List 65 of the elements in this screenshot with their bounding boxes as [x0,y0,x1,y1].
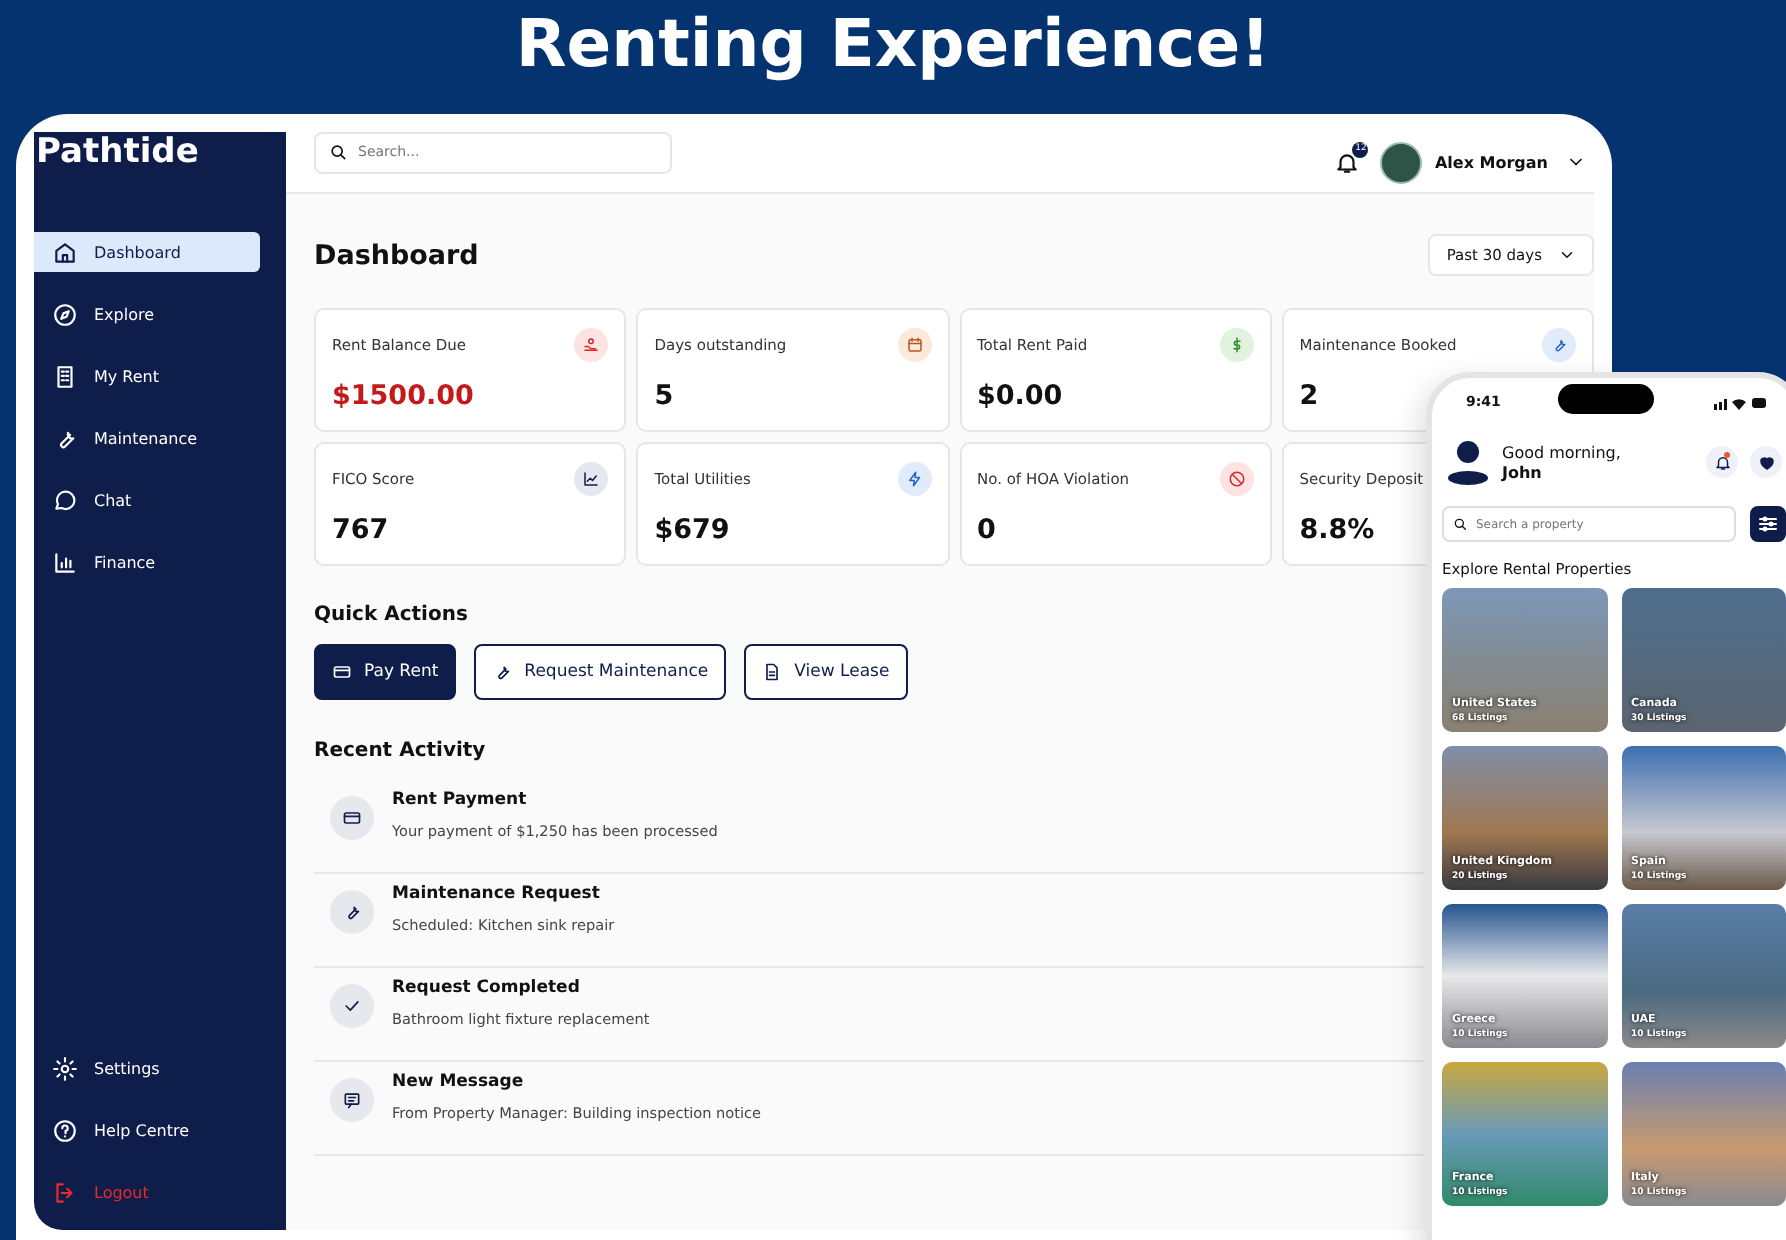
help-icon [52,1117,78,1143]
stat-value: 2 [1299,380,1319,412]
page-title: Dashboard [314,239,479,271]
activity-title: New Message [392,1072,526,1092]
status-icons [1714,395,1766,409]
logout-icon [52,1179,78,1205]
chevron-down-icon [1558,246,1576,264]
calendar-icon [905,335,923,353]
filter-button[interactable] [1750,506,1786,542]
activity-title: Maintenance Request [392,884,602,904]
stat-value: $679 [654,514,730,546]
search-icon [1452,516,1468,532]
person-icon [1446,438,1490,486]
wrench-icon [492,662,513,682]
sidebar-item[interactable]: Help Centre [34,1110,260,1150]
sidebar-item[interactable]: Finance [34,542,260,582]
sidebar-item[interactable]: Dashboard [34,232,260,272]
card-icon [332,662,352,682]
checkmark-icon [330,984,374,1028]
wrench-icon [330,890,374,934]
stat-value: $1500.00 [332,380,474,412]
action-button[interactable]: Pay Rent [314,644,457,700]
home-icon [52,239,78,265]
wrench-icon [1550,335,1568,353]
bar-chart-icon [52,549,78,575]
dynamic-island [1558,384,1654,414]
prohibited-icon [1227,469,1246,487]
settings-icon [52,1055,78,1081]
message-icon [330,1078,374,1122]
sidebar-item[interactable]: Settings [34,1048,260,1088]
sidebar-item[interactable]: Logout [34,1172,260,1212]
sidebar-item[interactable]: Chat [34,480,260,520]
section-title: Quick Actions [314,604,470,626]
hand-icon [582,335,601,353]
search-icon [328,141,348,161]
action-button[interactable]: View Lease [744,644,908,700]
user-name: John [1502,464,1544,482]
line-chart-icon [582,469,601,487]
compass-icon [52,301,78,327]
app-logo: Pathtide [34,132,201,176]
dollar-icon [1227,335,1246,353]
sidebar-item[interactable]: Explore [34,294,260,334]
sidebar-item[interactable]: Maintenance [34,418,260,458]
activity-title: Rent Payment [392,790,529,810]
bell-icon [1334,149,1361,175]
stat-value: 8.8% [1299,514,1375,546]
section-title: Recent Activity [314,740,488,762]
activity-title: Request Completed [392,978,582,998]
stat-value: 767 [332,514,389,546]
document-icon [762,662,783,682]
bell-icon[interactable] [1706,446,1738,478]
user-name[interactable]: Alex Morgan [1434,153,1548,171]
sliders-icon [1756,512,1780,536]
stat-value: 5 [654,380,674,412]
greeting: Good morning, [1502,442,1621,464]
stat-value: 0 [977,514,996,546]
building-icon [52,363,78,389]
lightning-icon [905,469,923,487]
stat-value: $0.00 [977,380,1063,412]
avatar[interactable] [1380,141,1423,183]
sidebar-item[interactable]: My Rent [34,356,260,396]
chat-icon [52,487,78,513]
headline: Renting Experience! [513,2,1273,86]
card-icon [330,796,374,840]
action-button[interactable]: Request Maintenance [474,644,727,700]
